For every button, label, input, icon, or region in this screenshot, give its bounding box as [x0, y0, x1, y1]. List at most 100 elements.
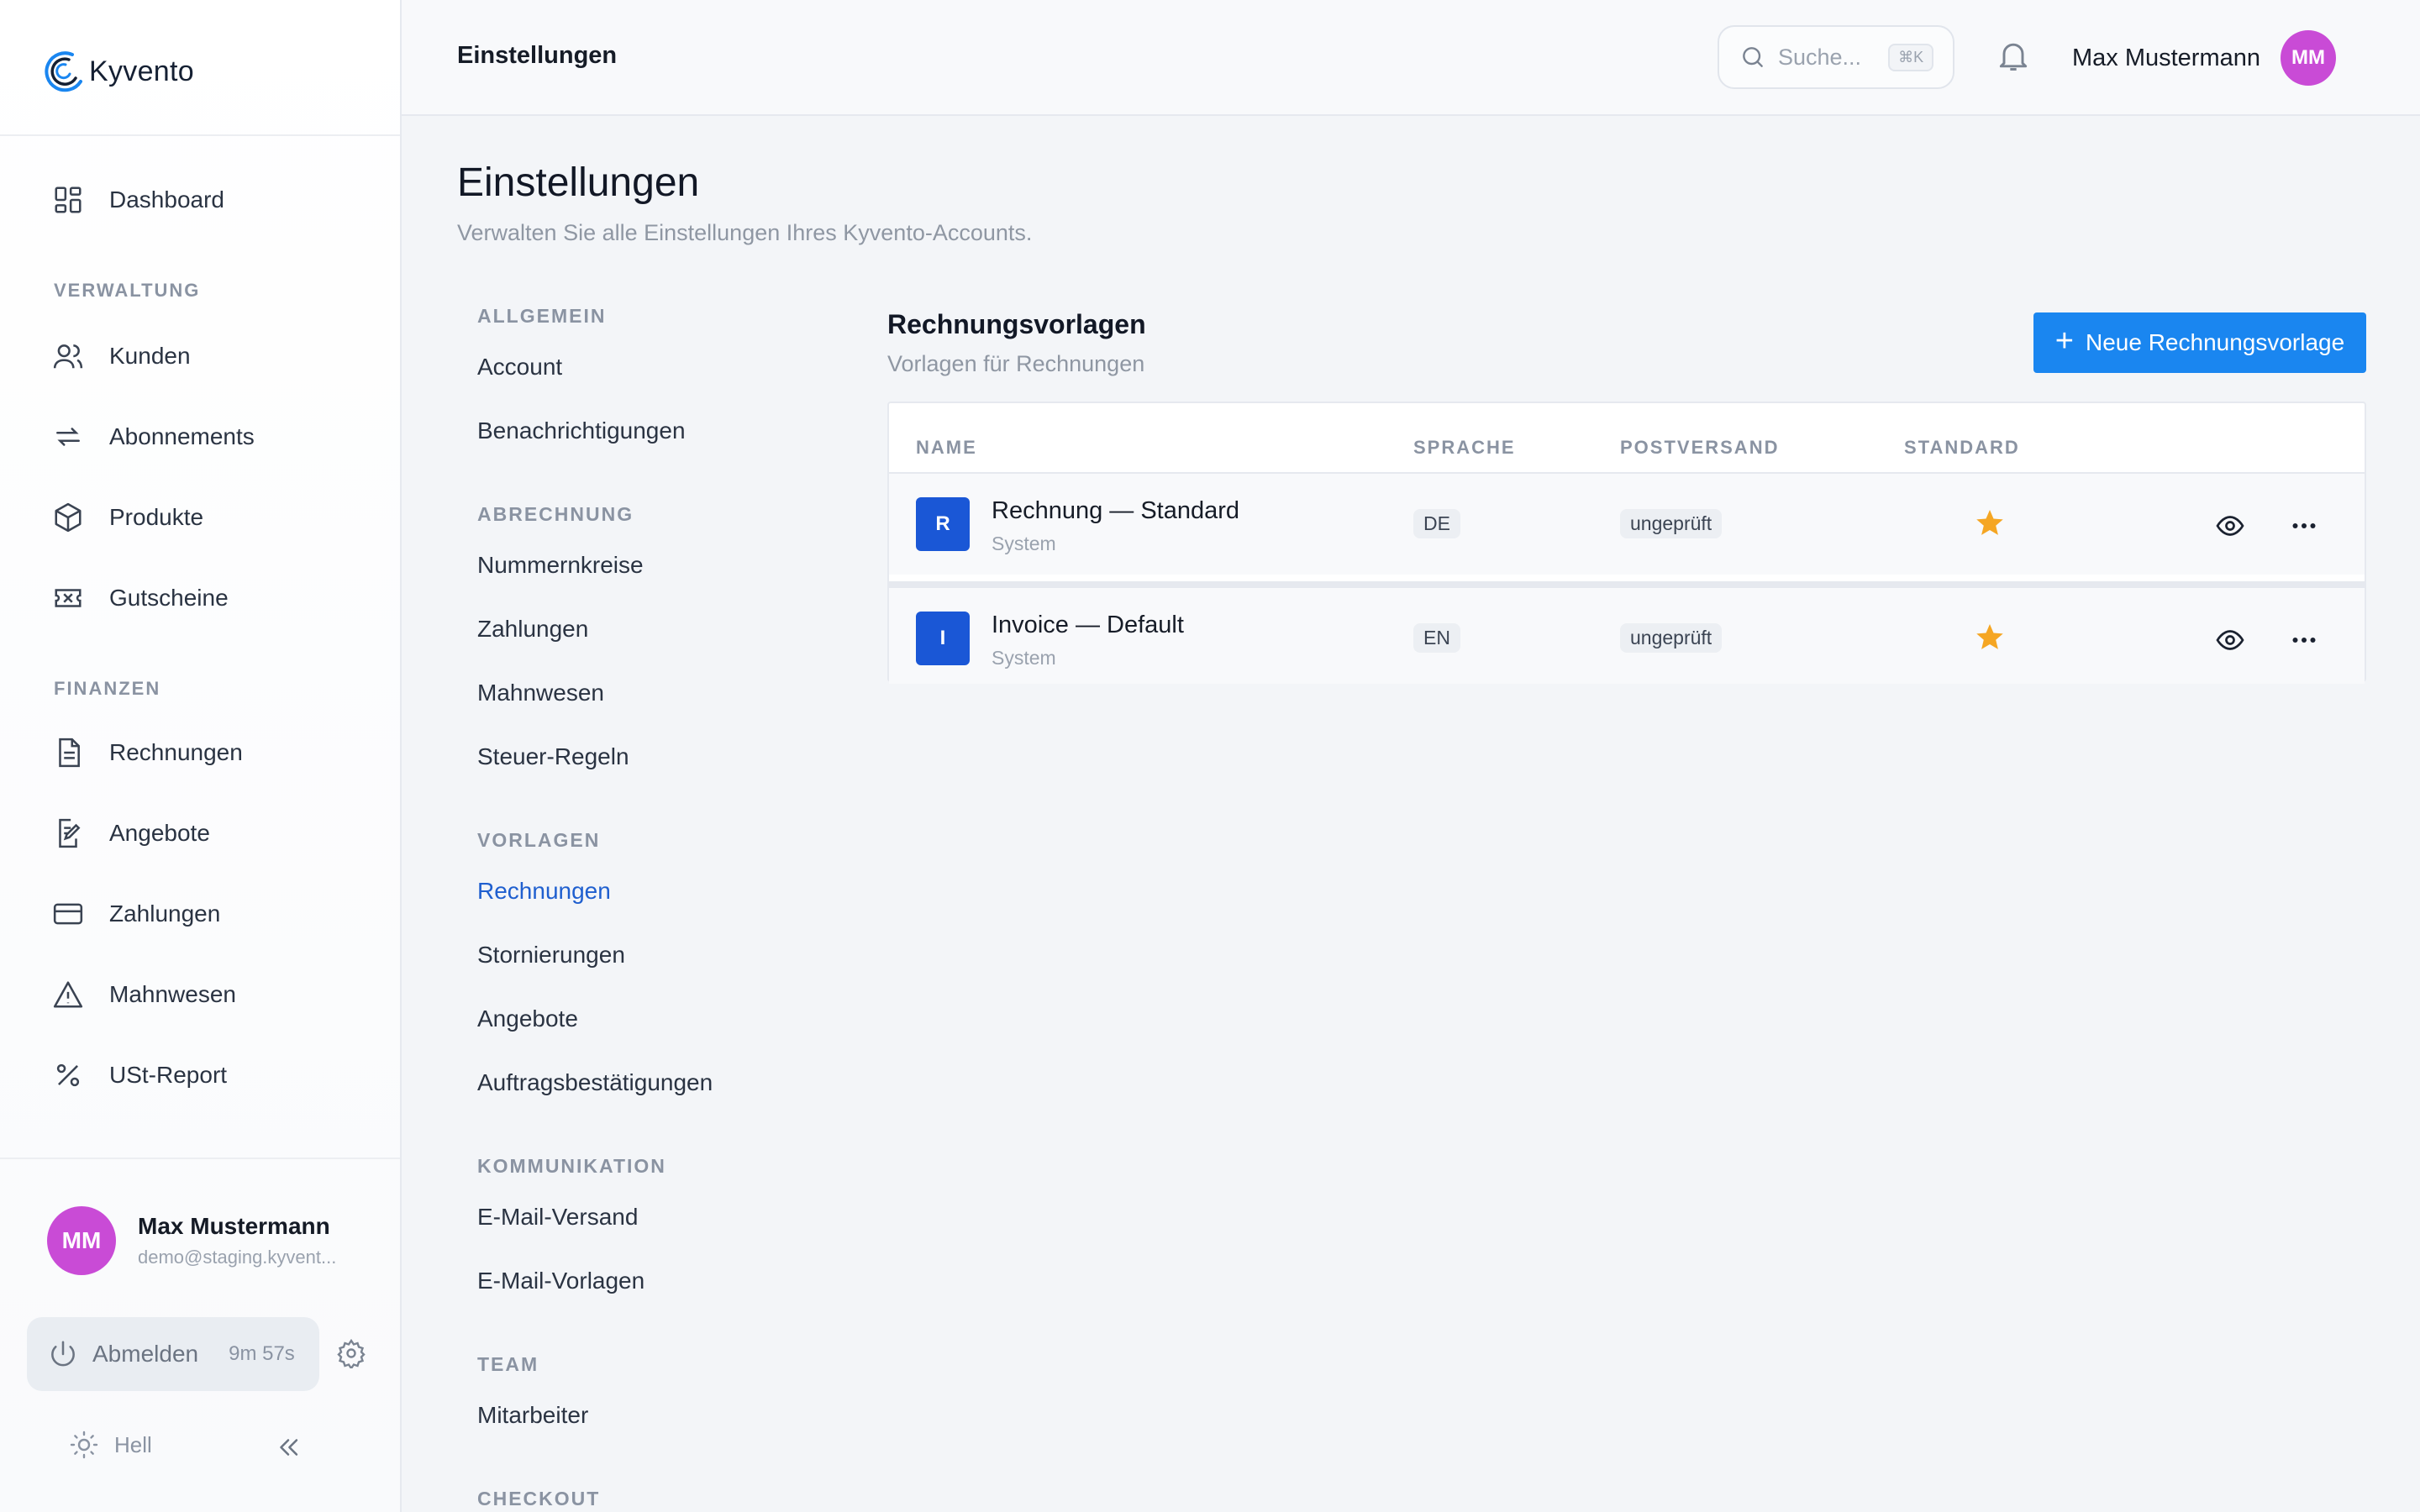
template-name: Rechnung — Standard — [992, 497, 1240, 524]
settings-item-auftragsbestaetigungen[interactable]: Auftragsbestätigungen — [477, 1069, 713, 1096]
template-badge: I — [916, 612, 970, 665]
language-badge: DE — [1413, 509, 1460, 538]
sun-icon — [70, 1431, 98, 1459]
settings-item-email-versand[interactable]: E-Mail-Versand — [477, 1204, 638, 1231]
section-verwaltung: VERWALTUNG — [54, 280, 201, 301]
settings-section-team: TEAM — [477, 1353, 539, 1375]
section-finanzen: FINANZEN — [54, 678, 161, 699]
table-row[interactable]: R Rechnung — Standard System DE ungeprüf… — [889, 472, 2365, 575]
column-header-postversand: POSTVERSAND — [1620, 437, 1780, 458]
session-timer: 9m 57s — [229, 1342, 295, 1365]
sidebar-item-angebote[interactable]: Angebote — [52, 812, 210, 854]
sidebar-item-dashboard[interactable]: Dashboard — [52, 179, 224, 221]
user-menu[interactable]: Max Mustermann MM — [2040, 30, 2336, 86]
more-options-icon[interactable] — [2289, 625, 2319, 655]
settings-section-checkout: CHECKOUT — [477, 1488, 601, 1509]
settings-item-email-vorlagen[interactable]: E-Mail-Vorlagen — [477, 1268, 644, 1294]
credit-card-icon — [53, 903, 83, 925]
settings-section-abrechnung: ABRECHNUNG — [477, 503, 634, 525]
star-icon[interactable] — [1975, 507, 2005, 538]
new-invoice-template-button[interactable]: + Neue Rechnungsvorlage — [2033, 312, 2366, 373]
settings-item-account[interactable]: Account — [477, 354, 562, 381]
template-badge: R — [916, 497, 970, 551]
settings-item-mahnwesen[interactable]: Mahnwesen — [477, 680, 604, 706]
settings-item-stornierungen[interactable]: Stornierungen — [477, 942, 625, 969]
more-options-icon[interactable] — [2289, 511, 2319, 541]
theme-label: Hell — [114, 1431, 152, 1457]
sidebar-item-ust-report[interactable]: USt-Report — [52, 1054, 227, 1096]
power-icon — [51, 1341, 75, 1367]
percent-icon — [56, 1063, 80, 1087]
settings-item-zahlungen[interactable]: Zahlungen — [477, 616, 588, 643]
sidebar-item-gutscheine[interactable]: Gutscheine — [52, 577, 229, 619]
sidebar-item-label: USt-Report — [109, 1062, 228, 1088]
column-header-sprache: SPRACHE — [1413, 437, 1516, 458]
settings-section-allgemein: ALLGEMEIN — [477, 305, 607, 327]
eye-icon[interactable] — [2215, 511, 2245, 541]
search-placeholder: Suche... — [1778, 44, 1862, 70]
bell-icon[interactable] — [1995, 37, 2032, 74]
column-header-standard: STANDARD — [1904, 437, 2020, 458]
sidebar-item-label: Gutscheine — [109, 585, 229, 611]
collapse-sidebar-icon[interactable] — [274, 1433, 302, 1462]
settings-item-steuer-regeln[interactable]: Steuer-Regeln — [477, 743, 629, 770]
search-icon — [1743, 47, 1763, 67]
gear-icon[interactable] — [336, 1338, 366, 1368]
user-name: Max Mustermann — [138, 1213, 330, 1239]
settings-item-nummernkreise[interactable]: Nummernkreise — [477, 552, 644, 579]
settings-item-benachrichtigungen[interactable]: Benachrichtigungen — [477, 417, 686, 444]
sidebar-item-label: Zahlungen — [109, 900, 221, 927]
sidebar-item-mahnwesen[interactable]: Mahnwesen — [52, 974, 236, 1016]
search-input[interactable]: Suche... ⌘K — [1718, 25, 1954, 89]
settings-item-rechnungen[interactable]: Rechnungen — [477, 878, 611, 905]
templates-table: NAME SPRACHE POSTVERSAND STANDARD R Rech… — [887, 402, 2366, 684]
user-email: demo@staging.kyvent... — [138, 1247, 337, 1268]
user-card[interactable]: MM Max Mustermann demo@staging.kyvent... — [47, 1206, 348, 1275]
settings-section-vorlagen: VORLAGEN — [477, 829, 601, 851]
template-name: Invoice — Default — [992, 612, 1184, 638]
logout-label: Abmelden — [92, 1341, 199, 1367]
sidebar-item-rechnungen[interactable]: Rechnungen — [52, 732, 243, 774]
postversand-badge: ungeprüft — [1620, 623, 1723, 653]
sidebar-item-label: Rechnungen — [109, 739, 243, 765]
avatar: MM — [47, 1206, 116, 1275]
star-icon[interactable] — [1975, 622, 2005, 652]
sidebar-item-label: Abonnements — [109, 423, 255, 449]
logo[interactable]: Kyvento — [44, 42, 194, 101]
column-header-name: NAME — [916, 437, 977, 458]
button-label: Neue Rechnungsvorlage — [2085, 329, 2345, 355]
ticket-icon — [55, 589, 82, 607]
panel-title: Rechnungsvorlagen — [887, 309, 1146, 339]
sidebar-item-produkte[interactable]: Produkte — [52, 496, 203, 538]
dashboard-icon — [55, 186, 82, 213]
sidebar-item-abonnements[interactable]: Abonnements — [52, 416, 255, 458]
page-subtitle: Verwalten Sie alle Einstellungen Ihres K… — [457, 220, 1033, 245]
warning-icon — [53, 981, 83, 1008]
logo-text: Kyvento — [89, 55, 194, 87]
sidebar-item-label: Produkte — [109, 504, 204, 530]
postversand-badge: ungeprüft — [1620, 509, 1723, 538]
users-icon — [53, 344, 83, 369]
template-source: System — [992, 533, 1056, 554]
table-row[interactable]: I Invoice — Default System EN ungeprüft — [889, 581, 2365, 684]
document-edit-icon — [59, 818, 81, 848]
panel-subtitle: Vorlagen für Rechnungen — [887, 351, 1145, 376]
template-source: System — [992, 647, 1056, 669]
document-icon — [59, 738, 80, 768]
search-shortcut: ⌘K — [1888, 43, 1934, 71]
sidebar-item-label: Angebote — [109, 820, 210, 846]
repeat-icon — [56, 428, 80, 446]
eye-icon[interactable] — [2215, 625, 2245, 655]
topbar: Einstellungen Suche... ⌘K Max Mustermann… — [402, 0, 2420, 116]
theme-toggle[interactable]: Hell — [69, 1430, 152, 1460]
language-badge: EN — [1413, 623, 1460, 653]
settings-item-angebote[interactable]: Angebote — [477, 1005, 578, 1032]
sidebar-item-kunden[interactable]: Kunden — [52, 335, 191, 377]
logout-button[interactable]: Abmelden 9m 57s — [27, 1317, 319, 1391]
plus-icon: + — [2054, 323, 2074, 359]
sidebar-item-label: Dashboard — [109, 186, 224, 213]
sidebar-item-label: Kunden — [109, 343, 191, 369]
settings-item-mitarbeiter[interactable]: Mitarbeiter — [477, 1402, 588, 1429]
sidebar-item-zahlungen[interactable]: Zahlungen — [52, 893, 220, 935]
topbar-title: Einstellungen — [457, 42, 618, 69]
